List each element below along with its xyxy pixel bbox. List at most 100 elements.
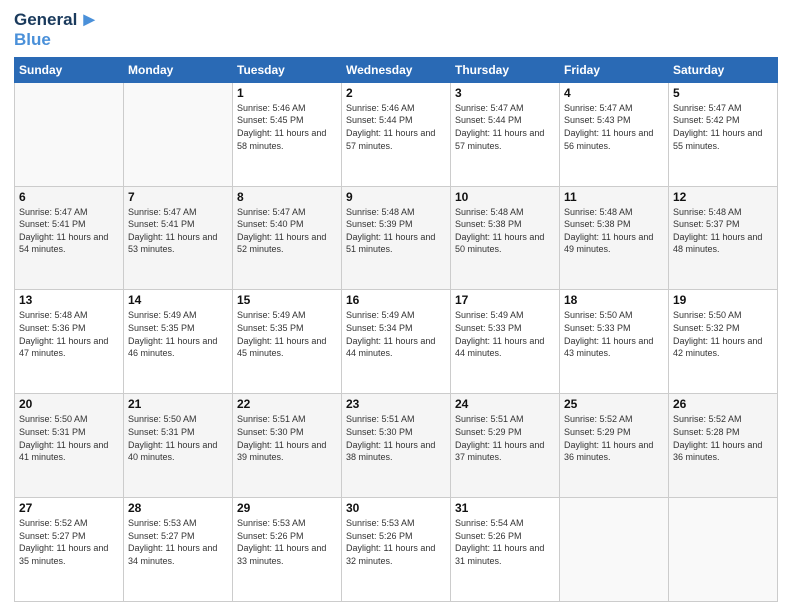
day-number: 1 <box>237 86 337 100</box>
calendar-week-row: 27Sunrise: 5:52 AM Sunset: 5:27 PM Dayli… <box>15 498 778 602</box>
day-number: 26 <box>673 397 773 411</box>
calendar-cell: 19Sunrise: 5:50 AM Sunset: 5:32 PM Dayli… <box>669 290 778 394</box>
day-info: Sunrise: 5:47 AM Sunset: 5:41 PM Dayligh… <box>128 206 228 256</box>
day-info: Sunrise: 5:49 AM Sunset: 5:34 PM Dayligh… <box>346 309 446 359</box>
calendar-week-row: 1Sunrise: 5:46 AM Sunset: 5:45 PM Daylig… <box>15 82 778 186</box>
calendar-cell: 26 Sunrise: 5:52 AM Sunset: 5:28 PM Dayli… <box>669 394 778 498</box>
day-number: 6 <box>19 190 119 204</box>
calendar-week-row: 6 Sunrise: 5:47 AM Sunset: 5:41 PM Daylig… <box>15 186 778 290</box>
weekday-header: Friday <box>560 57 669 82</box>
day-info: Sunrise: 5:47 AM Sunset: 5:43 PM Dayligh… <box>564 102 664 152</box>
day-info: Sunrise: 5:53 AM Sunset: 5:26 PM Dayligh… <box>346 517 446 567</box>
weekday-header: Tuesday <box>233 57 342 82</box>
day-info: Sunrise: 5:50 AM Sunset: 5:31 PM Dayligh… <box>19 413 119 463</box>
calendar-table: SundayMondayTuesdayWednesdayThursdayFrid… <box>14 57 778 602</box>
day-info: Sunrise: 5:52 AM Sunset: 5:27 PM Dayligh… <box>19 517 119 567</box>
calendar-cell: 16 Sunrise: 5:49 AM Sunset: 5:34 PM Dayli… <box>342 290 451 394</box>
calendar-cell: 1Sunrise: 5:46 AM Sunset: 5:45 PM Daylig… <box>233 82 342 186</box>
calendar-header-row: SundayMondayTuesdayWednesdayThursdayFrid… <box>15 57 778 82</box>
day-info: Sunrise: 5:51 AM Sunset: 5:29 PM Dayligh… <box>455 413 555 463</box>
day-number: 5 <box>673 86 773 100</box>
calendar-cell: 2 Sunrise: 5:46 AM Sunset: 5:44 PM Daylig… <box>342 82 451 186</box>
calendar-cell: 24 Sunrise: 5:51 AM Sunset: 5:29 PM Dayli… <box>451 394 560 498</box>
weekday-header: Saturday <box>669 57 778 82</box>
day-number: 13 <box>19 293 119 307</box>
calendar-cell: 25 Sunrise: 5:52 AM Sunset: 5:29 PM Dayli… <box>560 394 669 498</box>
day-number: 21 <box>128 397 228 411</box>
day-number: 18 <box>564 293 664 307</box>
calendar-cell: 27Sunrise: 5:52 AM Sunset: 5:27 PM Dayli… <box>15 498 124 602</box>
calendar-cell: 4 Sunrise: 5:47 AM Sunset: 5:43 PM Daylig… <box>560 82 669 186</box>
day-number: 7 <box>128 190 228 204</box>
header: General►Blue <box>14 10 778 51</box>
weekday-header: Sunday <box>15 57 124 82</box>
day-number: 16 <box>346 293 446 307</box>
calendar-cell: 10Sunrise: 5:48 AM Sunset: 5:38 PM Dayli… <box>451 186 560 290</box>
day-info: Sunrise: 5:52 AM Sunset: 5:28 PM Dayligh… <box>673 413 773 463</box>
calendar-cell: 12 Sunrise: 5:48 AM Sunset: 5:37 PM Dayli… <box>669 186 778 290</box>
calendar-cell: 28 Sunrise: 5:53 AM Sunset: 5:27 PM Dayli… <box>124 498 233 602</box>
calendar-cell: 11Sunrise: 5:48 AM Sunset: 5:38 PM Dayli… <box>560 186 669 290</box>
calendar-page: General►Blue SundayMondayTuesdayWednesda… <box>0 0 792 612</box>
day-info: Sunrise: 5:49 AM Sunset: 5:35 PM Dayligh… <box>128 309 228 359</box>
day-info: Sunrise: 5:46 AM Sunset: 5:44 PM Dayligh… <box>346 102 446 152</box>
calendar-cell: 31 Sunrise: 5:54 AM Sunset: 5:26 PM Dayli… <box>451 498 560 602</box>
day-number: 4 <box>564 86 664 100</box>
logo-general-text: General <box>14 10 77 30</box>
day-info: Sunrise: 5:49 AM Sunset: 5:33 PM Dayligh… <box>455 309 555 359</box>
day-number: 30 <box>346 501 446 515</box>
calendar-cell: 5Sunrise: 5:47 AM Sunset: 5:42 PM Daylig… <box>669 82 778 186</box>
calendar-week-row: 20 Sunrise: 5:50 AM Sunset: 5:31 PM Dayli… <box>15 394 778 498</box>
logo-arrow-icon: ► <box>79 10 99 30</box>
day-info: Sunrise: 5:54 AM Sunset: 5:26 PM Dayligh… <box>455 517 555 567</box>
day-info: Sunrise: 5:48 AM Sunset: 5:39 PM Dayligh… <box>346 206 446 256</box>
day-info: Sunrise: 5:47 AM Sunset: 5:44 PM Dayligh… <box>455 102 555 152</box>
calendar-cell: 17 Sunrise: 5:49 AM Sunset: 5:33 PM Dayli… <box>451 290 560 394</box>
day-info: Sunrise: 5:47 AM Sunset: 5:41 PM Dayligh… <box>19 206 119 256</box>
day-number: 25 <box>564 397 664 411</box>
calendar-week-row: 13Sunrise: 5:48 AM Sunset: 5:36 PM Dayli… <box>15 290 778 394</box>
calendar-cell: 3Sunrise: 5:47 AM Sunset: 5:44 PM Daylig… <box>451 82 560 186</box>
day-number: 8 <box>237 190 337 204</box>
calendar-cell: 14 Sunrise: 5:49 AM Sunset: 5:35 PM Dayli… <box>124 290 233 394</box>
weekday-header: Monday <box>124 57 233 82</box>
day-number: 12 <box>673 190 773 204</box>
day-number: 11 <box>564 190 664 204</box>
day-number: 17 <box>455 293 555 307</box>
day-info: Sunrise: 5:51 AM Sunset: 5:30 PM Dayligh… <box>346 413 446 463</box>
calendar-cell: 13Sunrise: 5:48 AM Sunset: 5:36 PM Dayli… <box>15 290 124 394</box>
weekday-header: Wednesday <box>342 57 451 82</box>
calendar-cell <box>15 82 124 186</box>
calendar-cell: 21 Sunrise: 5:50 AM Sunset: 5:31 PM Dayli… <box>124 394 233 498</box>
calendar-cell: 20 Sunrise: 5:50 AM Sunset: 5:31 PM Dayli… <box>15 394 124 498</box>
calendar-cell <box>669 498 778 602</box>
day-number: 14 <box>128 293 228 307</box>
day-info: Sunrise: 5:52 AM Sunset: 5:29 PM Dayligh… <box>564 413 664 463</box>
day-number: 23 <box>346 397 446 411</box>
day-number: 2 <box>346 86 446 100</box>
day-info: Sunrise: 5:50 AM Sunset: 5:33 PM Dayligh… <box>564 309 664 359</box>
logo-blue-text: Blue <box>14 30 99 50</box>
day-info: Sunrise: 5:51 AM Sunset: 5:30 PM Dayligh… <box>237 413 337 463</box>
day-number: 20 <box>19 397 119 411</box>
calendar-cell: 18 Sunrise: 5:50 AM Sunset: 5:33 PM Dayli… <box>560 290 669 394</box>
calendar-cell: 29Sunrise: 5:53 AM Sunset: 5:26 PM Dayli… <box>233 498 342 602</box>
calendar-cell: 7 Sunrise: 5:47 AM Sunset: 5:41 PM Daylig… <box>124 186 233 290</box>
day-info: Sunrise: 5:50 AM Sunset: 5:32 PM Dayligh… <box>673 309 773 359</box>
calendar-cell <box>560 498 669 602</box>
day-number: 15 <box>237 293 337 307</box>
day-info: Sunrise: 5:53 AM Sunset: 5:27 PM Dayligh… <box>128 517 228 567</box>
day-number: 28 <box>128 501 228 515</box>
calendar-cell: 23 Sunrise: 5:51 AM Sunset: 5:30 PM Dayli… <box>342 394 451 498</box>
calendar-cell <box>124 82 233 186</box>
calendar-cell: 6 Sunrise: 5:47 AM Sunset: 5:41 PM Daylig… <box>15 186 124 290</box>
calendar-cell: 30 Sunrise: 5:53 AM Sunset: 5:26 PM Dayli… <box>342 498 451 602</box>
day-number: 31 <box>455 501 555 515</box>
day-info: Sunrise: 5:53 AM Sunset: 5:26 PM Dayligh… <box>237 517 337 567</box>
calendar-cell: 15Sunrise: 5:49 AM Sunset: 5:35 PM Dayli… <box>233 290 342 394</box>
day-info: Sunrise: 5:48 AM Sunset: 5:37 PM Dayligh… <box>673 206 773 256</box>
day-info: Sunrise: 5:50 AM Sunset: 5:31 PM Dayligh… <box>128 413 228 463</box>
logo: General►Blue <box>14 10 99 51</box>
day-info: Sunrise: 5:48 AM Sunset: 5:38 PM Dayligh… <box>455 206 555 256</box>
day-number: 24 <box>455 397 555 411</box>
